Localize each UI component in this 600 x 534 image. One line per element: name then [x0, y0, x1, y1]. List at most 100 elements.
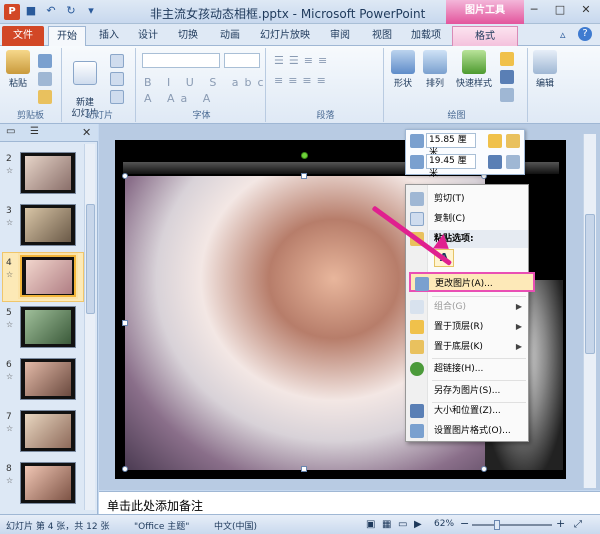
zoom-in-icon[interactable]: + [556, 517, 565, 530]
slide-scrollbar[interactable] [583, 134, 596, 488]
edit-button[interactable]: 编辑 [532, 50, 558, 89]
font-size-field[interactable] [224, 53, 260, 68]
close-pane-icon[interactable]: ✕ [82, 126, 91, 139]
tab-transitions[interactable]: 切换 [170, 26, 206, 46]
tab-view[interactable]: 视图 [364, 26, 400, 46]
menu-item-hyperlink[interactable]: 超链接(H)... [406, 359, 528, 379]
menu-item-size-and-position[interactable]: 大小和位置(Z)... [406, 401, 528, 421]
quick-access-toolbar: ■ ↶ ↻ ▾ [24, 4, 98, 18]
slide-thumbnail[interactable] [20, 410, 76, 452]
normal-view-icon[interactable]: ▣ [366, 519, 375, 530]
tab-slideshow[interactable]: 幻灯片放映 [254, 26, 316, 46]
maximize-icon[interactable]: □ [548, 2, 572, 18]
menu-item-cut[interactable]: 剪切(T) [406, 189, 528, 209]
shape-effects-icon[interactable] [500, 88, 514, 102]
tab-file[interactable]: 文件 [2, 26, 44, 46]
outline-tab-icon[interactable]: ☰ [30, 126, 39, 137]
layout-icon[interactable] [110, 54, 124, 68]
undo-icon[interactable]: ↶ [44, 4, 58, 18]
size-position-icon [410, 404, 424, 418]
reset-icon[interactable] [110, 72, 124, 86]
align-buttons[interactable]: ≡≡≡≡ [274, 74, 331, 87]
group-drawing: 形状 排列 快速样式 绘图 [386, 48, 528, 122]
minimize-icon[interactable]: ─ [522, 2, 546, 18]
zoom-slider-thumb[interactable] [494, 520, 500, 530]
tab-insert[interactable]: 插入 [92, 26, 126, 46]
slides-pane-scrollbar[interactable] [84, 144, 95, 510]
help-icon[interactable]: ? [578, 27, 592, 41]
language[interactable]: 中文(中国) [214, 519, 257, 532]
slide-thumbnail[interactable] [20, 462, 76, 504]
slide-thumbnail-selected[interactable] [20, 255, 76, 297]
tab-home[interactable]: 开始 [48, 26, 86, 46]
close-icon[interactable]: ✕ [574, 2, 598, 18]
zoom-level[interactable]: 62% [434, 519, 454, 529]
paste-button[interactable]: 粘贴 [4, 50, 32, 89]
menu-item-send-to-back[interactable]: 置于底层(K) ▶ [406, 337, 528, 357]
fit-to-window-icon[interactable]: ⤢ [574, 519, 582, 530]
save-icon[interactable]: ■ [24, 4, 38, 18]
transition-icon: ☆ [6, 218, 14, 227]
resize-handle[interactable] [301, 466, 307, 472]
tab-addins[interactable]: 加载项 [406, 26, 446, 46]
slide-thumbnail[interactable] [20, 204, 76, 246]
slideshow-view-icon[interactable]: ▶ [414, 519, 422, 530]
font-name-field[interactable] [142, 53, 220, 68]
quick-style-button[interactable]: 快速样式 [452, 50, 496, 89]
status-bar: 幻灯片 第 4 张，共 12 张 "Office 主题" 中文(中国) ▣ ▦ … [0, 514, 600, 534]
shape-fill-icon[interactable] [500, 52, 514, 66]
slide-thumbnail[interactable] [20, 152, 76, 194]
reading-view-icon[interactable]: ▭ [398, 519, 407, 530]
tab-design[interactable]: 设计 [130, 26, 166, 46]
arrange-button[interactable]: 排列 [420, 50, 450, 89]
resize-handle[interactable] [122, 173, 128, 179]
notes-pane[interactable]: 单击此处添加备注 [99, 491, 600, 514]
list-buttons[interactable]: ☰☰≡≡ [274, 54, 332, 67]
menu-item-change-picture[interactable]: 更改图片(A)... [409, 272, 535, 292]
section-icon[interactable] [110, 90, 124, 104]
slide-sorter-icon[interactable]: ▦ [382, 519, 391, 530]
menu-item-bring-to-front[interactable]: 置于顶层(R) ▶ [406, 317, 528, 337]
font-color-buttons[interactable]: A Aa A [144, 92, 216, 105]
menu-item-format-picture[interactable]: 设置图片格式(O)... [406, 421, 528, 441]
rotation-handle[interactable] [301, 152, 308, 159]
slides-tab-icon[interactable]: ▭ [6, 126, 15, 137]
zoom-slider-track[interactable] [472, 524, 552, 526]
theme-name[interactable]: "Office 主题" [134, 519, 189, 532]
customize-qat-icon[interactable]: ▾ [84, 4, 98, 18]
height-field[interactable]: 15.85 厘米 [426, 133, 476, 158]
context-menu: 剪切(T) 复制(C) 粘贴选项: A 更改图片(A)... 组合(G) ▶ 置… [405, 184, 535, 442]
font-format-buttons[interactable]: B I U S abc [144, 76, 270, 89]
format-painter-icon[interactable] [38, 90, 52, 104]
resize-handle[interactable] [301, 173, 307, 179]
powerpoint-app-icon[interactable]: P [4, 4, 20, 20]
tab-review[interactable]: 审阅 [322, 26, 358, 46]
slide-thumbnail[interactable] [20, 358, 76, 400]
tab-animations[interactable]: 动画 [212, 26, 248, 46]
copy-icon[interactable] [38, 72, 52, 86]
minimize-ribbon-icon[interactable]: ▵ [560, 28, 566, 41]
rotate-icon[interactable] [506, 155, 520, 169]
redo-icon[interactable]: ↻ [64, 4, 78, 18]
tab-format[interactable]: 格式 [452, 26, 518, 46]
scrollbar-thumb[interactable] [86, 204, 95, 314]
shape-button[interactable]: 形状 [388, 50, 418, 89]
slide-number: 8 [6, 464, 12, 474]
slide-thumbnail[interactable] [20, 306, 76, 348]
width-field[interactable]: 19.45 厘米 [426, 154, 476, 179]
resize-handle[interactable] [122, 320, 128, 326]
zoom-out-icon[interactable]: − [460, 517, 469, 530]
paragraph-group-label: 段落 [316, 111, 335, 121]
menu-item-save-as-picture[interactable]: 另存为图片(S)... [406, 381, 528, 401]
menu-item-group[interactable]: 组合(G) ▶ [406, 297, 528, 317]
send-backward-icon[interactable] [506, 134, 520, 148]
menu-item-copy[interactable]: 复制(C) [406, 209, 528, 229]
resize-handle[interactable] [122, 466, 128, 472]
cut-icon[interactable] [38, 54, 52, 68]
scrollbar-thumb[interactable] [585, 214, 595, 354]
shape-outline-icon[interactable] [500, 70, 514, 84]
resize-handle[interactable] [481, 466, 487, 472]
submenu-arrow-icon: ▶ [515, 342, 522, 351]
crop-icon[interactable] [488, 155, 502, 169]
bring-forward-icon[interactable] [488, 134, 502, 148]
